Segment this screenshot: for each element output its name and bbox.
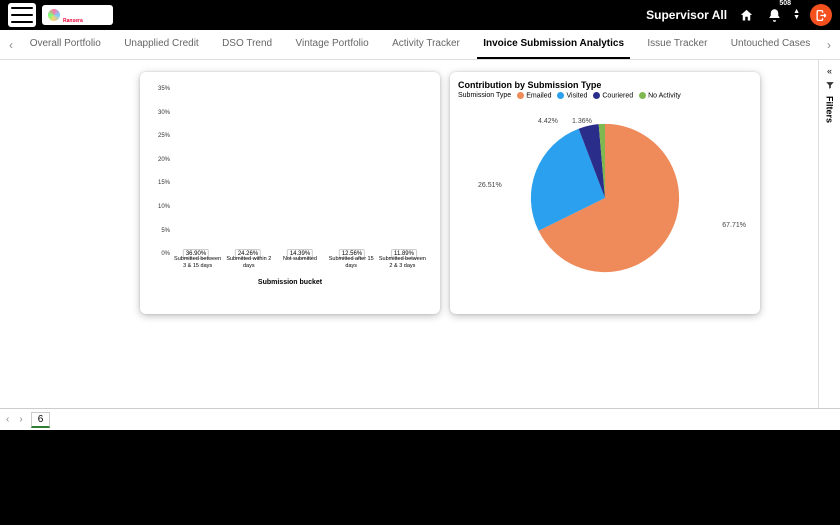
brand-logo[interactable]: IneBura Ransera <box>42 5 113 25</box>
tab-overall-portfolio[interactable]: Overall Portfolio <box>24 30 107 59</box>
legend-item-visited: Visited <box>557 92 587 99</box>
brand-glyph-icon <box>48 9 60 21</box>
page-number[interactable]: 6 <box>31 412 51 428</box>
tabs-bar: ‹ Overall Portfolio Unapplied Credit DSO… <box>0 30 840 60</box>
x-label: Not submitted <box>274 254 325 280</box>
filters-label: Filters <box>825 96 835 123</box>
bar-plot-area: 36.90%24.26%14.39%12.56%11.89% <box>172 80 428 254</box>
tabs-list: Overall Portfolio Unapplied Credit DSO T… <box>18 30 822 59</box>
logout-icon <box>815 9 828 22</box>
chevron-down-icon: ▼ <box>793 15 800 21</box>
y-tick: 35% <box>158 86 170 92</box>
tab-untouched-cases[interactable]: Untouched Cases <box>725 30 817 59</box>
tab-invoice-submission-analytics[interactable]: Invoice Submission Analytics <box>477 30 630 59</box>
pie-chart <box>510 103 700 293</box>
pie-chart-card: Contribution by Submission Type Submissi… <box>450 72 760 314</box>
pie-label-noactivity: 1.36% <box>572 118 592 125</box>
collapse-icon: « <box>827 66 832 76</box>
y-tick: 0% <box>161 251 170 257</box>
home-button[interactable] <box>737 6 755 24</box>
sort-toggle[interactable]: ▲ ▼ <box>793 9 800 21</box>
x-label: Submitted between 2 & 3 days <box>377 254 428 280</box>
pie-label-emailed: 67.71% <box>722 222 746 229</box>
header-right: Supervisor All 508 ▲ ▼ <box>646 4 832 26</box>
tab-unapplied-credit[interactable]: Unapplied Credit <box>118 30 205 59</box>
bar-x-labels: Submitted between 3 & 15 daysSubmitted w… <box>172 254 428 280</box>
logout-button[interactable] <box>810 4 832 26</box>
user-label: Supervisor All <box>646 8 727 22</box>
x-label: Submitted after 15 days <box>326 254 377 280</box>
brand-subtitle: Ransera <box>63 19 107 23</box>
y-tick: 15% <box>158 180 170 186</box>
tab-activity-tracker[interactable]: Activity Tracker <box>386 30 466 59</box>
pager-bar: ‹ › 6 <box>0 408 840 430</box>
dashboard-content: 0% 5% 10% 15% 20% 25% 30% 35% 36.90%24.26%14.39… <box>0 60 840 408</box>
legend-item-couriered: Couriered <box>593 92 633 99</box>
bell-icon <box>767 8 782 23</box>
y-tick: 25% <box>158 133 170 139</box>
notifications-button[interactable]: 508 <box>765 6 783 24</box>
bar-chart-card: 0% 5% 10% 15% 20% 25% 30% 35% 36.90%24.26%14.39… <box>140 72 440 314</box>
filter-icon <box>825 80 835 92</box>
notification-badge: 508 <box>779 0 791 7</box>
swatch-visited-icon <box>557 92 564 99</box>
legend-item-noactivity: No Activity <box>639 92 681 99</box>
pie-legend: Submission Type Emailed Visited Couriere… <box>458 92 752 99</box>
bar-chart: 0% 5% 10% 15% 20% 25% 30% 35% 36.90%24.26%14.39… <box>148 80 432 280</box>
x-label: Submitted within 2 days <box>223 254 274 280</box>
y-tick: 30% <box>158 110 170 116</box>
legend-item-emailed: Emailed <box>517 92 551 99</box>
menu-button[interactable] <box>8 3 36 27</box>
x-label: Submitted between 3 & 15 days <box>172 254 223 280</box>
filters-rail[interactable]: « Filters <box>818 60 840 408</box>
y-tick: 5% <box>161 228 170 234</box>
swatch-couriered-icon <box>593 92 600 99</box>
tab-issue-tracker[interactable]: Issue Tracker <box>641 30 713 59</box>
tab-dso-trend[interactable]: DSO Trend <box>216 30 278 59</box>
home-icon <box>739 8 754 23</box>
swatch-noactivity-icon <box>639 92 646 99</box>
tabs-scroll-left[interactable]: ‹ <box>4 38 18 52</box>
pie-legend-label: Submission Type <box>458 92 511 99</box>
pie-title: Contribution by Submission Type <box>458 80 752 90</box>
page-prev[interactable]: ‹ <box>4 414 11 425</box>
hamburger-icon <box>11 7 33 23</box>
app-header: IneBura Ransera Supervisor All 508 ▲ ▼ <box>0 0 840 30</box>
swatch-emailed-icon <box>517 92 524 99</box>
y-tick: 10% <box>158 204 170 210</box>
pie-label-couriered: 4.42% <box>538 118 558 125</box>
pie-label-visited: 26.51% <box>478 182 502 189</box>
page-next[interactable]: › <box>17 414 24 425</box>
y-tick: 20% <box>158 157 170 163</box>
tabs-scroll-right[interactable]: › <box>822 38 836 52</box>
tab-vintage-portfolio[interactable]: Vintage Portfolio <box>289 30 374 59</box>
bar-y-axis: 0% 5% 10% 15% 20% 25% 30% 35% <box>148 80 172 254</box>
bar-x-title: Submission bucket <box>148 279 432 286</box>
